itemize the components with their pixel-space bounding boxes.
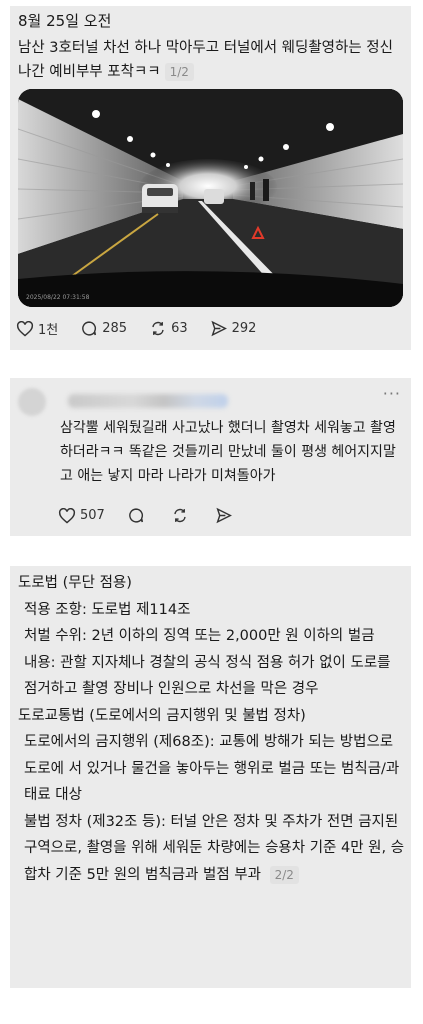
repost-icon xyxy=(174,508,186,523)
repost-count: 63 xyxy=(171,321,188,336)
share-button[interactable]: 292 xyxy=(210,320,257,337)
dashcam-video[interactable]: 2025/08/22 07:31:58 xyxy=(18,89,403,307)
reply-button[interactable]: 285 xyxy=(80,320,127,337)
comment-like-button[interactable]: 507 xyxy=(58,507,105,524)
law-heading: 도로법 (무단 점용) xyxy=(18,575,132,591)
like-count: 1천 xyxy=(38,323,59,338)
law-line-text: 불법 정차 (제32조 등): 터널 안은 정차 및 주차가 전면 금지된 구역… xyxy=(24,813,405,883)
comment-card: ··· 삼각뿔 세워뒀길래 사고났나 했더니 촬영차 세워놓고 촬영하더라ㅋㅋ … xyxy=(10,378,411,536)
law-line: 적용 조항: 도로법 제114조 xyxy=(24,601,191,618)
post-card: 8월 25일 오전 남산 3호터널 차선 하나 막아두고 터널에서 웨딩촬영하는… xyxy=(10,6,411,350)
repost-icon xyxy=(152,321,164,336)
avatar xyxy=(18,388,46,416)
law-line: 처벌 수위: 2년 이하의 징역 또는 2,000만 원 이하의 벌금 xyxy=(24,628,375,644)
post-text: 남산 3호터널 차선 하나 막아두고 터널에서 웨딩촬영하는 정신 나간 예비부… xyxy=(18,36,403,84)
law-heading: 도로교통법 (도로에서의 금지행위 및 불법 정차) xyxy=(18,707,306,724)
law-card: 도로법 (무단 점용) 적용 조항: 도로법 제114조 처벌 수위: 2년 이… xyxy=(10,566,411,988)
video-timestamp: 2025/08/22 07:31:58 xyxy=(26,294,90,301)
like-button[interactable]: 1천 xyxy=(16,319,58,338)
comment-icon xyxy=(128,508,143,523)
share-count: 292 xyxy=(231,321,257,336)
law-line: 내용: 관할 지자체나 경찰의 공식 정식 점용 허가 없이 도로를 점거하고 … xyxy=(24,654,391,698)
law-text: 도로법 (무단 점용) 적용 조항: 도로법 제114조 처벌 수위: 2년 이… xyxy=(18,570,406,888)
post-actions: 1천 285 63 292 xyxy=(16,319,405,338)
blurred-username xyxy=(68,394,228,408)
send-icon xyxy=(216,507,232,524)
law-line: 불법 정차 (제32조 등): 터널 안은 정차 및 주차가 전면 금지된 구역… xyxy=(18,809,406,889)
repost-button[interactable]: 63 xyxy=(149,320,188,337)
comment-repost-button[interactable] xyxy=(171,507,193,524)
post-body: 남산 3호터널 차선 하나 막아두고 터널에서 웨딩촬영하는 정신 나간 예비부… xyxy=(18,40,393,80)
page-indicator: 2/2 xyxy=(269,865,299,884)
heart-icon xyxy=(58,507,76,524)
comment-text: 삼각뿔 세워뒀길래 사고났나 했더니 촬영차 세워놓고 촬영하더라ㅋㅋ 똑같은 … xyxy=(60,420,396,484)
comment-icon xyxy=(82,321,97,336)
tunnel-scene: 2025/08/22 07:31:58 xyxy=(18,89,403,307)
comment-share-button[interactable] xyxy=(215,507,237,524)
comment-reply-button[interactable] xyxy=(127,507,149,524)
comment-like-count: 507 xyxy=(80,508,105,523)
send-icon xyxy=(211,320,227,337)
more-options-button[interactable]: ··· xyxy=(383,384,401,403)
post-date: 8월 25일 오전 xyxy=(18,12,112,30)
law-line: 도로에서의 금지행위 (제68조): 교통에 방해가 되는 방법으로 도로에 서… xyxy=(24,734,400,803)
reply-count: 285 xyxy=(102,321,128,336)
comment-actions: 507 xyxy=(58,507,405,524)
page-indicator: 1/2 xyxy=(164,63,194,81)
heart-icon xyxy=(16,320,34,337)
